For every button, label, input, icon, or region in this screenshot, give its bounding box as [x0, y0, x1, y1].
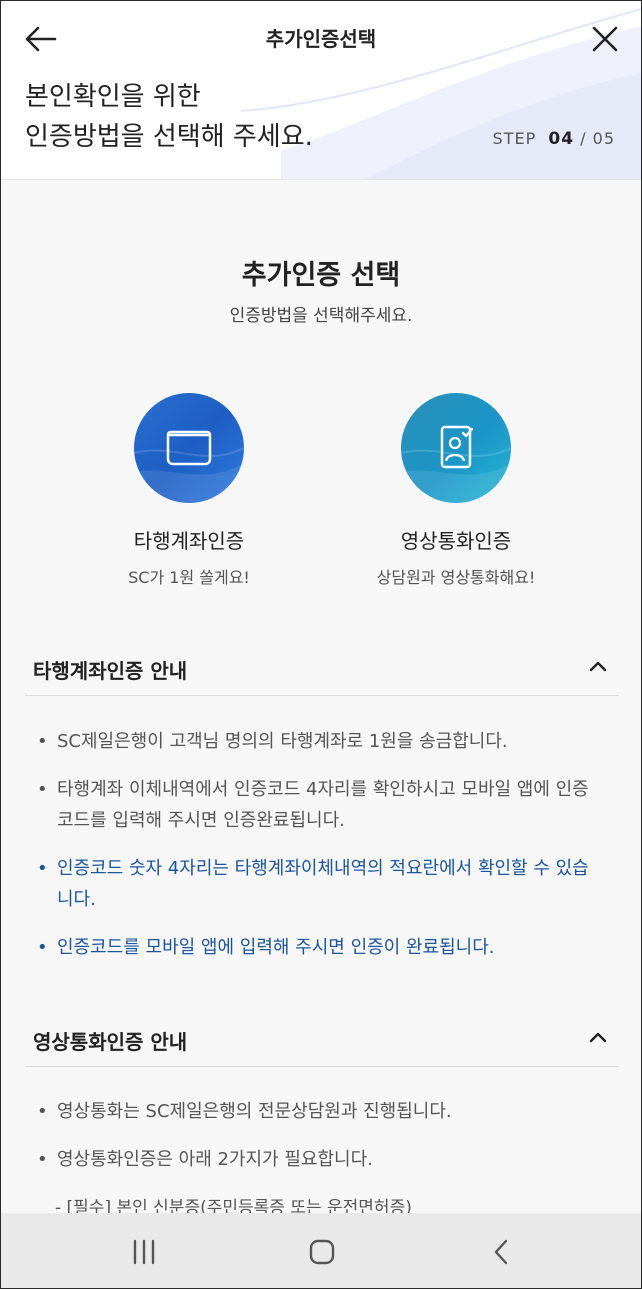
accordion-title: 영상통화인증 안내 [33, 1030, 188, 1054]
headline-line-1: 본인확인을 위한 [25, 82, 201, 112]
back-nav-icon [494, 1239, 508, 1265]
list-item-text: SC제일은행이 고객님 명의의 타행계좌로 1원을 송금합니다. [57, 731, 508, 752]
list-item: • 영상통화인증은 아래 2가지가 필요합니다. [37, 1144, 599, 1175]
list-item-text: 인증코드를 모바일 앱에 입력해 주시면 인증이 완료됩니다. [57, 937, 495, 958]
list-item: • 인증코드 숫자 4자리는 타행계좌이체내역의 적요란에서 확인할 수 있습니… [37, 853, 599, 915]
chevron-up-icon [589, 661, 607, 672]
list-item-text: 영상통화인증은 아래 2가지가 필요합니다. [57, 1149, 373, 1170]
accordion-header-bank[interactable]: 타행계좌인증 안내 [25, 637, 619, 696]
list-item: • 영상통화는 SC제일은행의 전문상담원과 진행됩니다. [37, 1096, 599, 1127]
bullet-dot: • [37, 858, 48, 879]
list-item: • 타행계좌 이체내역에서 인증코드 4자리를 확인하시고 모바일 앱에 인증코… [37, 774, 599, 836]
back-nav-button[interactable] [485, 1235, 519, 1269]
screen: 추가인증선택 본인확인을 위한 인증방법을 선택해 주세요. STEP 04 /… [0, 0, 642, 1289]
section-subtitle: 인증방법을 선택해주세요. [229, 306, 413, 326]
recent-apps-button[interactable] [127, 1235, 161, 1269]
step-total: 05 [592, 129, 615, 148]
list-item-text: 인증코드 숫자 4자리는 타행계좌이체내역의 적요란에서 확인할 수 있습니다. [57, 858, 589, 910]
app-bar: 추가인증선택 [1, 1, 641, 73]
bullet-dot: • [37, 937, 48, 958]
bullet-dot: • [37, 779, 48, 800]
bullet-dot: • [37, 1149, 48, 1170]
option-label: 영상통화인증 [400, 529, 512, 553]
option-description: 상담원과 영상통화해요! [376, 568, 536, 587]
list-item-text: 영상통화는 SC제일은행의 전문상담원과 진행됩니다. [57, 1101, 452, 1122]
bullet-dot: • [37, 1101, 48, 1122]
option-other-bank-account[interactable]: 타행계좌인증 SC가 1원 쏠게요! [79, 393, 299, 588]
step-indicator: STEP 04 / 05 [493, 129, 615, 149]
headline: 본인확인을 위한 인증방법을 선택해 주세요. [25, 77, 313, 157]
accordion-body-video: • 영상통화는 SC제일은행의 전문상담원과 진행됩니다. • 영상통화인증은 … [37, 1096, 599, 1192]
recent-apps-icon [133, 1239, 155, 1265]
wallet-icon [134, 430, 244, 503]
home-icon [309, 1239, 335, 1265]
option-label: 타행계좌인증 [133, 529, 245, 553]
option-description: SC가 1원 쏠게요! [128, 568, 250, 587]
bullet-dot: • [37, 731, 48, 752]
list-item: • 인증코드를 모바일 앱에 입력해 주시면 인증이 완료됩니다. [37, 932, 599, 963]
accordion-title: 타행계좌인증 안내 [33, 659, 188, 683]
page-title: 추가인증선택 [265, 27, 377, 51]
option-icon-circle [134, 393, 244, 503]
option-video-call[interactable]: 영상통화인증 상담원과 영상통화해요! [346, 393, 566, 588]
step-current: 04 [548, 129, 575, 149]
id-card-check-icon [401, 425, 511, 503]
chevron-up-icon [589, 1032, 607, 1043]
accordion-body-bank: • SC제일은행이 고객님 명의의 타행계좌로 1원을 송금합니다. • 타행계… [37, 726, 599, 980]
headline-line-2: 인증방법을 선택해 주세요. [25, 122, 313, 152]
step-separator: / [580, 129, 587, 148]
section-title: 추가인증 선택 [241, 260, 401, 291]
home-button[interactable] [305, 1235, 339, 1269]
accordion-header-video[interactable]: 영상통화인증 안내 [25, 1008, 619, 1067]
step-label: STEP [492, 129, 537, 148]
header: 추가인증선택 본인확인을 위한 인증방법을 선택해 주세요. STEP 04 /… [1, 1, 641, 180]
system-nav-bar [1, 1213, 641, 1288]
close-icon [592, 26, 618, 52]
list-item-text: 타행계좌 이체내역에서 인증코드 4자리를 확인하시고 모바일 앱에 인증코드를… [57, 779, 589, 831]
option-icon-circle [401, 393, 511, 503]
list-item: • SC제일은행이 고객님 명의의 타행계좌로 1원을 송금합니다. [37, 726, 599, 757]
close-button[interactable] [585, 19, 625, 59]
